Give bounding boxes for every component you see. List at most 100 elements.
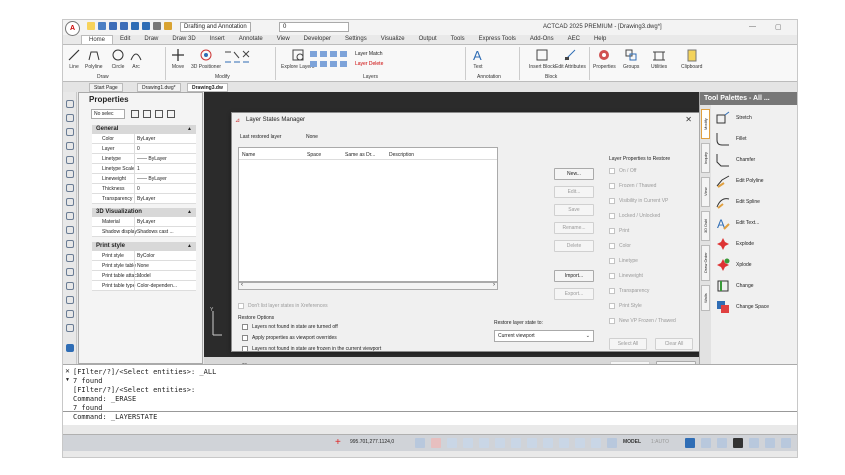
change-tool[interactable]: Change [714, 276, 794, 296]
edit-button[interactable]: Edit... [554, 186, 594, 198]
column-header-same-as-drawing[interactable]: Same as Dr... [345, 152, 375, 158]
customize-icon[interactable] [781, 438, 791, 448]
grid-icon[interactable] [431, 438, 441, 448]
minimize-button[interactable]: — [749, 23, 756, 30]
model-space-toggle[interactable]: MODEL [623, 439, 641, 445]
tab-modify[interactable]: Modify [701, 109, 710, 139]
text-tool-icon[interactable] [66, 344, 74, 352]
3d-positioner-button[interactable]: 3D Positioner [191, 48, 221, 70]
tab-edit[interactable]: Edit [113, 35, 137, 44]
tab-draw-order[interactable]: Draw Order [701, 245, 710, 281]
toggle-pickadd-icon[interactable] [131, 110, 139, 118]
undo-icon[interactable] [131, 22, 139, 30]
new-button[interactable]: New... [554, 168, 594, 180]
restore-lineweight-checkbox[interactable]: Lineweight [609, 272, 699, 281]
layer-states-list[interactable]: Name Space Same as Dr... Description [238, 147, 498, 282]
stretch-tool[interactable]: Stretch [714, 108, 794, 128]
line-button[interactable]: Line [67, 48, 81, 70]
polyline-tool-icon[interactable] [66, 114, 74, 122]
export-button[interactable]: Export... [554, 288, 594, 300]
restore-visibility-vp-checkbox[interactable]: Visibility in Current VP [609, 197, 699, 206]
import-button[interactable]: Import... [554, 270, 594, 282]
snap-icon[interactable] [415, 438, 425, 448]
explode-tool[interactable]: Explode [714, 234, 794, 254]
restore-color-checkbox[interactable]: Color [609, 242, 699, 251]
tab-draw-3d[interactable]: Draw 3D [165, 35, 202, 44]
utilities-button[interactable]: Utilities [651, 48, 667, 70]
save-as-icon[interactable] [120, 22, 128, 30]
tab-add-ons[interactable]: Add-Ons [523, 35, 561, 44]
etrack-icon[interactable] [495, 438, 505, 448]
property-row[interactable]: Color ByLayer [92, 134, 196, 144]
restore-transparency-checkbox[interactable]: Transparency [609, 287, 699, 296]
clean-screen-icon[interactable] [765, 438, 775, 448]
tab-drawing3[interactable]: Drawing3.dw [187, 83, 228, 92]
ellipse-tool-icon[interactable] [66, 170, 74, 178]
filter-icon[interactable] [167, 110, 175, 118]
circle-button[interactable]: Circle [111, 48, 125, 70]
tab-help[interactable]: Help [587, 35, 613, 44]
point-tool-icon[interactable] [66, 282, 74, 290]
new-file-icon[interactable] [87, 22, 95, 30]
gear-icon[interactable] [164, 22, 172, 30]
donut-tool-icon[interactable] [66, 198, 74, 206]
property-row[interactable]: Print table attac... Model [92, 271, 196, 281]
open-file-icon[interactable] [98, 22, 106, 30]
tab-inquiry[interactable]: Inquiry [701, 143, 710, 173]
property-row[interactable]: Transparency ByLayer [92, 194, 196, 204]
selection-cycling-icon[interactable] [591, 438, 601, 448]
hatch-tool-icon[interactable] [66, 240, 74, 248]
app-logo-icon[interactable]: A [65, 21, 80, 36]
move-button[interactable]: Move [171, 48, 185, 70]
section-3d-visualization[interactable]: 3D Visualization ▲ [92, 208, 196, 217]
column-header-description[interactable]: Description [389, 152, 414, 158]
tab-tools[interactable]: Tools [444, 35, 472, 44]
restore-frozen-thawed-checkbox[interactable]: Frozen / Thawed [609, 182, 699, 191]
command-input-text[interactable]: Command: _LAYERSTATE [73, 413, 157, 421]
property-row[interactable]: Linetype —— ByLayer [92, 154, 196, 164]
save-icon[interactable] [109, 22, 117, 30]
ellipse-arc-tool-icon[interactable] [66, 184, 74, 192]
column-header-name[interactable]: Name [242, 152, 255, 158]
groups-button[interactable]: Groups [623, 48, 639, 70]
layer-match-button[interactable]: Layer Match [355, 51, 383, 57]
tab-developer[interactable]: Developer [297, 35, 338, 44]
property-row[interactable]: Print style ByColor [92, 251, 196, 261]
gear-icon[interactable] [685, 438, 695, 448]
polygon-tool-icon[interactable] [66, 226, 74, 234]
restore-new-vp-frozen-checkbox[interactable]: New VP Frozen / Thawed [609, 317, 699, 326]
tab-walls[interactable]: Walls [701, 285, 710, 311]
annotation-group-label[interactable]: Annotation [477, 74, 501, 80]
wipeout-tool-icon[interactable] [66, 310, 74, 318]
plus-icon[interactable]: + [335, 438, 345, 448]
polar-icon[interactable] [463, 438, 473, 448]
tab-express-tools[interactable]: Express Tools [472, 35, 523, 44]
select-objects-icon[interactable] [143, 110, 151, 118]
save-button[interactable]: Save [554, 204, 594, 216]
dynamic-input-icon[interactable] [559, 438, 569, 448]
line-tool-icon[interactable] [66, 100, 74, 108]
hardware-icon[interactable] [749, 438, 759, 448]
select-all-button[interactable]: Select All [609, 338, 647, 350]
edit-spline-tool[interactable]: Edit Spline [714, 192, 794, 212]
restore-locked-checkbox[interactable]: Locked / Unlocked [609, 212, 699, 221]
section-print-style[interactable]: Print style ▲ [92, 242, 196, 251]
quick-select-icon[interactable] [155, 110, 163, 118]
tab-aec[interactable]: AEC [561, 35, 587, 44]
restore-to-select[interactable]: Current viewport ⌄ [494, 330, 594, 342]
annotation-scale[interactable]: 1:AUTO [651, 439, 669, 445]
text-button[interactable]: A Text [471, 48, 485, 70]
modify-group-label[interactable]: Modify [215, 74, 230, 80]
draw-group-label[interactable]: Draw [97, 74, 109, 80]
horizontal-scrollbar[interactable]: ‹ › [238, 282, 498, 290]
isolate-icon[interactable] [717, 438, 727, 448]
quick-properties-icon[interactable] [575, 438, 585, 448]
esnap-icon[interactable] [479, 438, 489, 448]
property-row[interactable]: Material ByLayer [92, 217, 196, 227]
tmode-icon[interactable] [527, 438, 537, 448]
close-icon[interactable]: ✕ [65, 368, 70, 375]
rename-button[interactable]: Rename... [554, 222, 594, 234]
workspace-icon[interactable] [701, 438, 711, 448]
property-row[interactable]: Shadow display Shadows cast ... [92, 227, 196, 237]
command-input[interactable]: Command: _LAYERSTATE [63, 411, 797, 421]
